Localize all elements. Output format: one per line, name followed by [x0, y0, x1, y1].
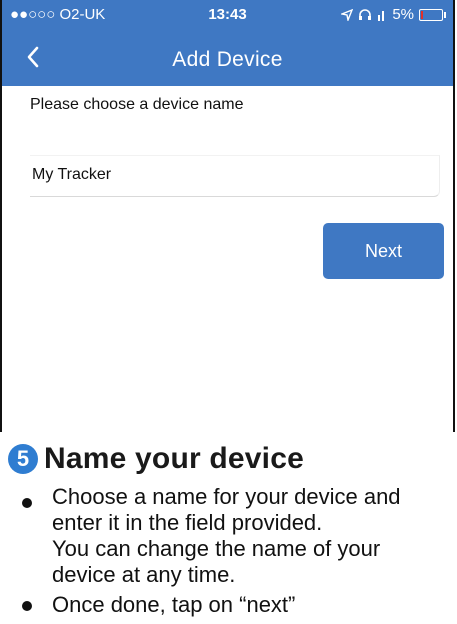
instruction-line: Choose a name for your device and — [52, 484, 401, 509]
instruction-item: Choose a name for your device and enter … — [18, 484, 453, 588]
page-title: Add Device — [172, 48, 283, 71]
step-heading: 5 Name your device — [8, 442, 304, 476]
device-name-field[interactable]: My Tracker — [30, 155, 440, 197]
phone-screen: ●●○○○ O2-UK 13:43 5% Add Device Please c… — [0, 0, 455, 432]
instruction-line: Once done, tap on “next” — [52, 592, 296, 617]
status-indicators: 5% — [341, 6, 446, 23]
instruction-list: Choose a name for your device and enter … — [18, 484, 453, 622]
instruction-line: device at any time. — [52, 562, 236, 587]
headphones-icon — [359, 9, 372, 20]
location-arrow-icon — [341, 8, 354, 21]
status-bar: ●●○○○ O2-UK 13:43 5% — [2, 0, 453, 30]
battery-icon — [419, 8, 446, 21]
battery-percent: 5% — [392, 6, 414, 23]
instructions-panel: 5 Name your device Choose a name for you… — [0, 432, 457, 624]
instruction-line: You can change the name of your — [52, 536, 381, 561]
instruction-line: enter it in the field provided. — [52, 510, 323, 535]
step-number-badge: 5 — [8, 444, 38, 474]
bullet-dot-icon — [22, 601, 32, 611]
device-name-prompt: Please choose a device name — [30, 96, 244, 113]
step-title: Name your device — [44, 442, 304, 475]
bullet-dot-icon — [22, 498, 32, 508]
instruction-item: Once done, tap on “next” — [18, 592, 453, 618]
next-button[interactable]: Next — [323, 223, 444, 279]
navigation-bar: Add Device — [2, 30, 453, 86]
signal-icon — [378, 10, 385, 21]
